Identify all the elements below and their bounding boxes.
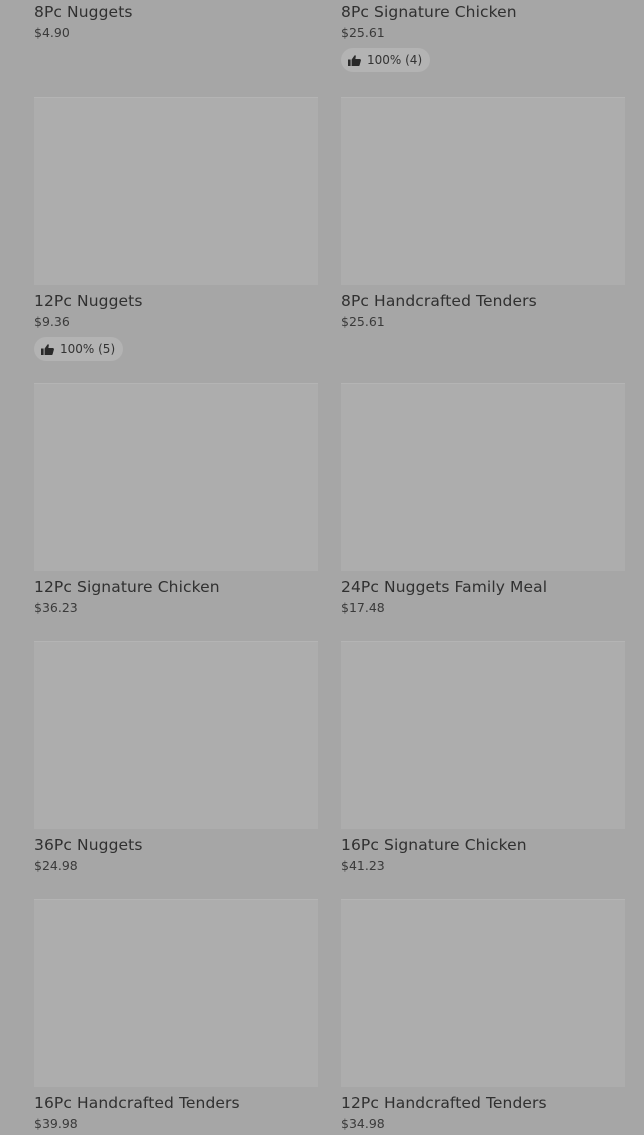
thumbs-up-icon [348,54,361,66]
item-image [34,383,318,571]
menu-item-card[interactable]: 12Pc Nuggets $9.36 100% (5) [34,97,318,361]
item-price: $24.98 [34,858,78,873]
item-name: 12Pc Handcrafted Tenders [341,1094,547,1112]
item-price: $41.23 [341,858,385,873]
item-name: 12Pc Nuggets [34,292,143,310]
item-image [341,383,625,571]
item-price: $39.98 [34,1116,78,1131]
item-image [34,97,318,285]
rating-badge: 100% (4) [341,48,431,72]
item-name: 24Pc Nuggets Family Meal [341,578,548,596]
rating-badge: 100% (5) [34,337,124,361]
rating-text: 100% (4) [367,53,423,67]
menu-item-card[interactable]: 16Pc Handcrafted Tenders $39.98 [34,899,318,1131]
item-image [341,97,625,285]
rating-text: 100% (5) [60,342,116,356]
menu-item-card[interactable]: 8Pc Nuggets $4.90 [34,3,318,40]
menu-item-card[interactable]: 8Pc Signature Chicken $25.61 100% (4) [341,3,625,72]
menu-item-card[interactable]: 12Pc Handcrafted Tenders $34.98 [341,899,625,1131]
item-price: $34.98 [341,1116,385,1131]
item-name: 8Pc Signature Chicken [341,3,517,21]
menu-item-card[interactable]: 12Pc Signature Chicken $36.23 [34,383,318,615]
item-name: 12Pc Signature Chicken [34,578,220,596]
menu-grid: 8Pc Nuggets $4.90 8Pc Signature Chicken … [0,0,644,1135]
item-price: $25.61 [341,314,385,329]
item-name: 36Pc Nuggets [34,836,143,854]
menu-item-card[interactable]: 36Pc Nuggets $24.98 [34,641,318,873]
item-price: $36.23 [34,600,78,615]
item-price: $9.36 [34,314,70,329]
item-image [341,899,625,1087]
menu-item-card[interactable]: 24Pc Nuggets Family Meal $17.48 [341,383,625,615]
item-name: 16Pc Handcrafted Tenders [34,1094,240,1112]
item-name: 8Pc Nuggets [34,3,133,21]
item-image [34,641,318,829]
item-image [34,899,318,1087]
menu-item-card[interactable]: 16Pc Signature Chicken $41.23 [341,641,625,873]
item-image [341,641,625,829]
item-name: 16Pc Signature Chicken [341,836,527,854]
menu-item-card[interactable]: 8Pc Handcrafted Tenders $25.61 [341,97,625,329]
item-name: 8Pc Handcrafted Tenders [341,292,537,310]
item-price: $4.90 [34,25,70,40]
item-price: $25.61 [341,25,385,40]
thumbs-up-icon [41,343,54,355]
item-price: $17.48 [341,600,385,615]
